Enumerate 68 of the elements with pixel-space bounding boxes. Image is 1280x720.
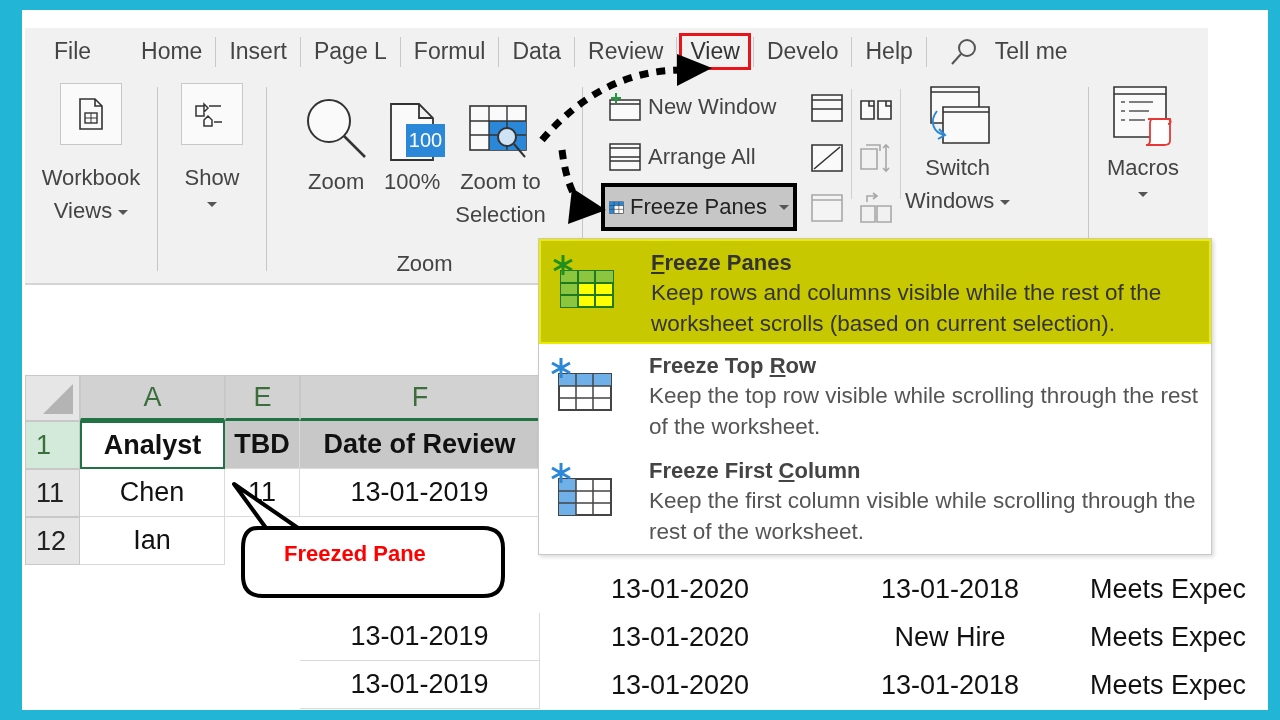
ribbon-tab[interactable]: Help (854, 33, 924, 70)
arrange-all-button[interactable]: Arrange All (601, 133, 797, 181)
table-cell: New Hire (894, 621, 1006, 653)
column-header[interactable]: E (225, 375, 300, 421)
table-cell: 13-01-2020 (610, 573, 750, 605)
ribbon-tab[interactable]: Home (130, 33, 214, 70)
ribbon-tab[interactable]: Data (501, 33, 572, 70)
row-header[interactable]: 11 (25, 469, 80, 517)
table-cell: Meets Expec (1090, 669, 1247, 701)
menu-item-title: Freeze Panes (651, 249, 793, 277)
menu-item-title: Freeze Top Row (649, 352, 818, 380)
new-window-button[interactable]: New Window (601, 83, 797, 131)
column-header[interactable]: F (300, 375, 540, 421)
stacked-windows-icon (608, 142, 642, 172)
table-cell: Chen (119, 477, 185, 508)
zoom-badge: 100 (405, 124, 446, 157)
table-cell: 13-01-2018 (880, 573, 1020, 605)
crossed-window-icon (810, 143, 844, 173)
table-cell: 13-01-2020 (610, 669, 750, 701)
column-header[interactable]: A (80, 375, 225, 421)
table-cell: 13-01-2019 (350, 477, 489, 508)
freeze-table-icon (549, 356, 613, 412)
show-button[interactable]: Show (177, 83, 247, 207)
row-header[interactable]: 12 (25, 517, 80, 565)
freeze-table-icon (551, 253, 615, 309)
ribbon-tab[interactable]: Develo (755, 33, 850, 70)
new-window-icon (608, 92, 642, 122)
ribbon-tab[interactable]: Review (577, 33, 675, 70)
ribbon-tab[interactable]: Insert (218, 33, 298, 70)
freeze-panes-button[interactable]: Freeze Panes (601, 183, 797, 231)
ribbon-tab[interactable]: File (43, 33, 103, 70)
search-icon (948, 36, 979, 67)
table-cell: Ian (133, 525, 171, 556)
row-header[interactable]: 1 (25, 421, 80, 469)
switch-windows-button[interactable]: Switch Windows (901, 83, 1015, 217)
menu-item[interactable]: Freeze First Column Keep the first column visible while scrolling through the rest of the worksheet. (539, 449, 1211, 554)
page-scroll-icon (859, 143, 893, 173)
workbook-views-button[interactable]: Workbook Views (37, 83, 145, 227)
zoom-to-selection-button[interactable]: Zoom to Selection (453, 83, 548, 231)
pages-arrow-icon (859, 192, 893, 224)
tell-me-field[interactable]: Tell me (992, 37, 1147, 66)
table-cell: TBD (234, 429, 290, 460)
macro-sheet-icon (1112, 85, 1174, 147)
workbook-icon (78, 98, 104, 130)
table-cell: Meets Expec (1090, 573, 1247, 605)
freeze-table-icon (549, 461, 613, 517)
menu-item-description: Keep rows and columns visible while the rest of the worksheet scrolls (based on current selection). (651, 279, 1163, 338)
menu-item-title: Freeze First Column (649, 457, 862, 485)
table-cell: Analyst (103, 429, 202, 461)
group-label: Zoom (396, 251, 453, 277)
table-cell: 13-01-2020 (610, 621, 750, 653)
split-window-icon (810, 93, 844, 123)
zoom-100-button[interactable]: 100 100% (379, 83, 446, 231)
ribbon-tab[interactable]: Page L (302, 33, 398, 70)
macros-button[interactable]: Macros (1102, 83, 1184, 197)
menu-item[interactable]: Freeze Panes Keep rows and columns visible while the rest of the worksheet scrolls (based on current selection). (539, 239, 1211, 344)
ribbon-tab[interactable]: Formul (402, 33, 497, 70)
table-cell: Date of Review (323, 429, 516, 460)
table-cell: 13-01-2018 (880, 669, 1020, 701)
zoom-button[interactable]: Zoom (301, 83, 372, 231)
menu-item-description: Keep the first column visible while scrolling through the rest of the worksheet. (649, 487, 1197, 546)
table-cell: Meets Expec (1090, 621, 1247, 653)
menu-item-description: Keep the top row visible while scrolling through the rest of the worksheet. (649, 382, 1200, 441)
callout-text: Freezed Pane (284, 541, 426, 567)
menu-item[interactable]: Freeze Top Row Keep the top row visible while scrolling through the rest of the worksheet. (539, 344, 1211, 449)
table-cell: 13-01-2019 (350, 621, 489, 652)
table-cell: 13-01-2019 (350, 669, 489, 700)
window-icon (810, 193, 844, 223)
